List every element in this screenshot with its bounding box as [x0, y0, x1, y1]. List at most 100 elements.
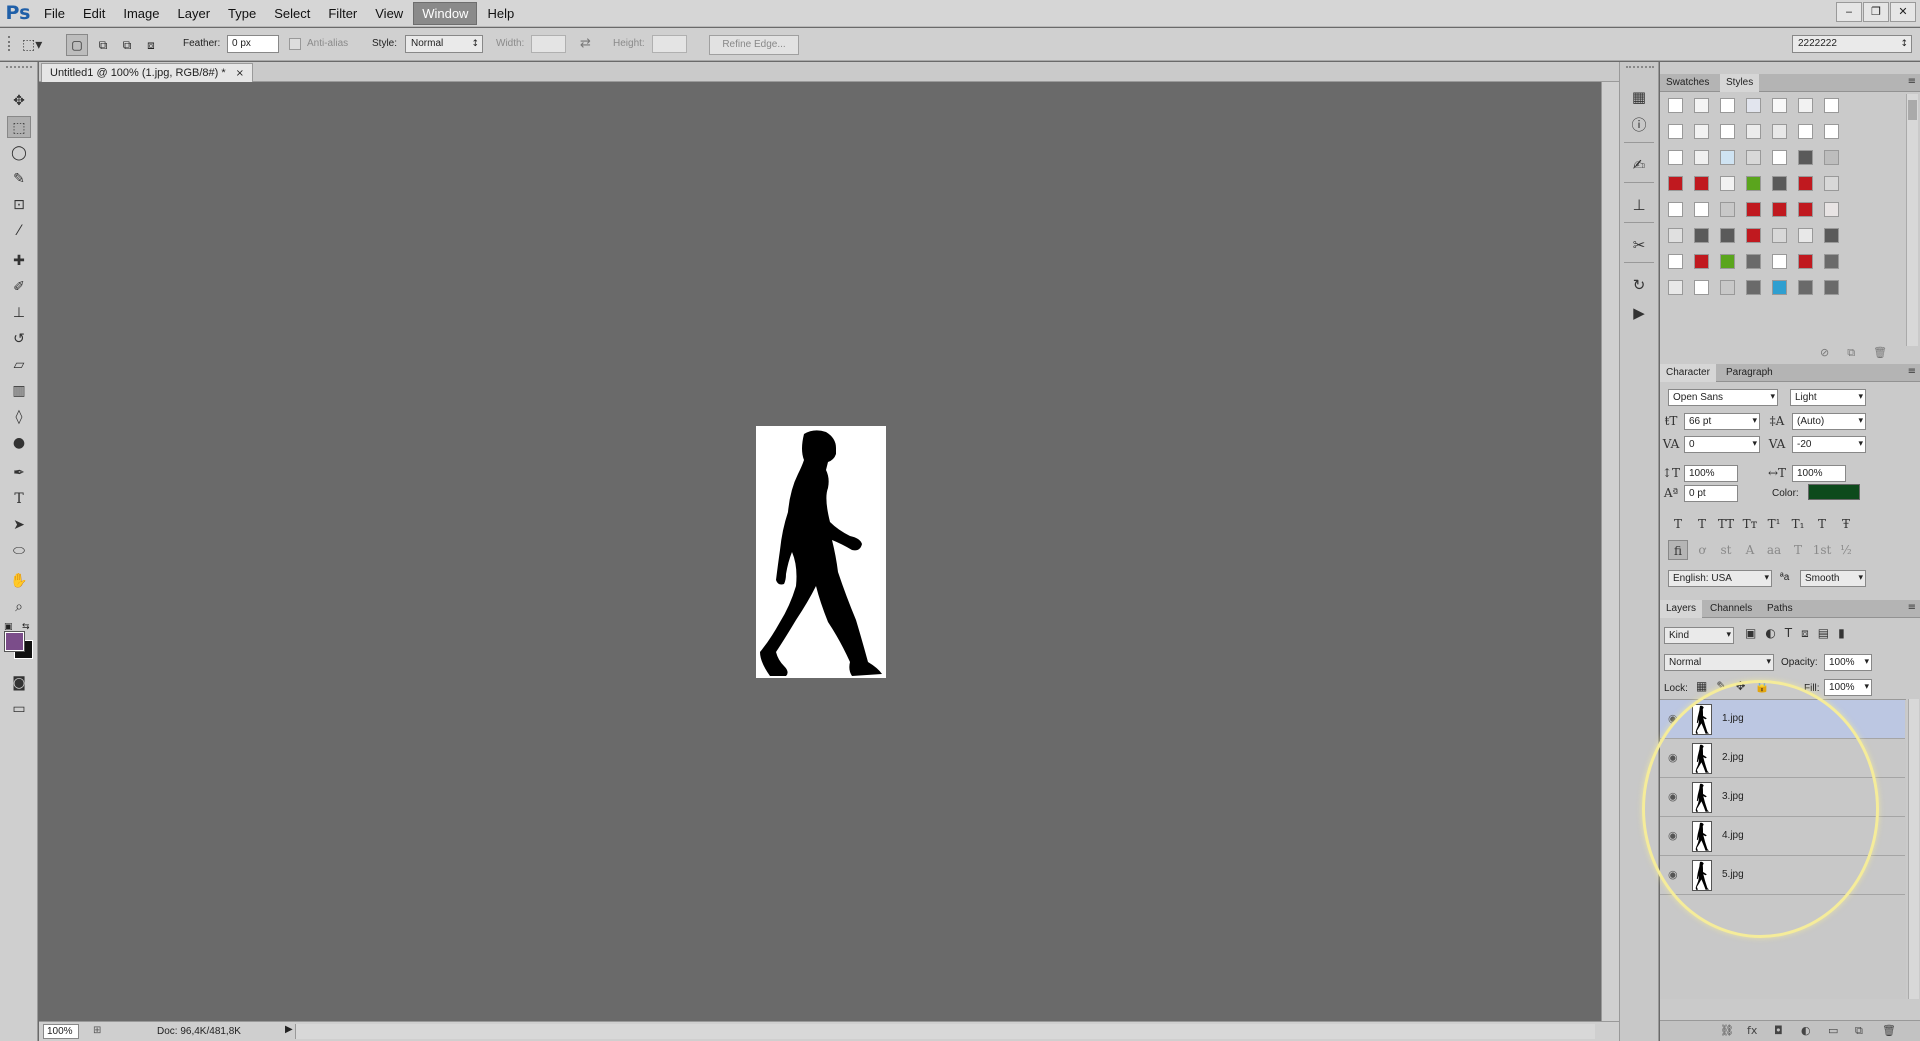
move-tool-icon[interactable]: ✥	[7, 90, 31, 112]
intersect-selection-icon[interactable]: ⧈	[140, 34, 162, 56]
tab-character[interactable]: Character	[1660, 364, 1716, 382]
baseline-shift-input[interactable]: 0 pt	[1684, 485, 1738, 502]
style-swatch[interactable]	[1746, 280, 1761, 295]
style-swatch[interactable]	[1772, 98, 1787, 113]
antialias-checkbox[interactable]	[289, 38, 301, 50]
history-panel-icon[interactable]: ↻	[1628, 274, 1650, 296]
style-swatch[interactable]	[1694, 150, 1709, 165]
style-swatch[interactable]	[1720, 124, 1735, 139]
style-swatch[interactable]	[1772, 124, 1787, 139]
style-swatch[interactable]	[1824, 98, 1839, 113]
eyedropper-tool-icon[interactable]: ⁄	[7, 220, 31, 242]
style-swatch[interactable]	[1668, 254, 1683, 269]
font-size-input[interactable]: 66 pt	[1684, 413, 1760, 430]
gradient-tool-icon[interactable]: ▥	[7, 380, 31, 402]
style-swatch[interactable]	[1798, 202, 1813, 217]
style-swatch[interactable]	[1824, 124, 1839, 139]
menu-edit[interactable]: Edit	[75, 3, 113, 24]
zoom-tool-icon[interactable]: ⌕	[7, 596, 31, 618]
type-style-button[interactable]: T	[1668, 514, 1688, 534]
leading-input[interactable]: (Auto)	[1792, 413, 1866, 430]
type-style-button[interactable]: T¹	[1764, 514, 1784, 534]
status-menu-arrow-icon[interactable]: ▶	[285, 1024, 293, 1035]
lock-icons[interactable]: ▦✎✥🔒	[1696, 679, 1778, 693]
style-swatch[interactable]	[1798, 254, 1813, 269]
width-input[interactable]	[531, 35, 566, 53]
fill-input[interactable]: 100%	[1824, 679, 1872, 696]
layer-row[interactable]: ◉ 3.jpg	[1660, 778, 1905, 817]
new-selection-icon[interactable]: ▢	[66, 34, 88, 56]
layer-row[interactable]: ◉ 4.jpg	[1660, 817, 1905, 856]
style-swatch[interactable]	[1824, 176, 1839, 191]
tab-paths[interactable]: Paths	[1761, 600, 1799, 618]
style-swatch[interactable]	[1668, 176, 1683, 191]
canvas-vertical-scrollbar[interactable]	[1601, 82, 1619, 1021]
subtract-selection-icon[interactable]: ⧉	[116, 34, 138, 56]
style-swatch[interactable]	[1720, 254, 1735, 269]
styles-scroll-thumb[interactable]	[1908, 100, 1917, 120]
font-style-select[interactable]: Light	[1790, 389, 1866, 406]
menu-view[interactable]: View	[367, 3, 411, 24]
style-swatch[interactable]	[1668, 280, 1683, 295]
type-style-button[interactable]: T	[1692, 514, 1712, 534]
menu-select[interactable]: Select	[266, 3, 318, 24]
tab-swatches[interactable]: Swatches	[1660, 74, 1715, 92]
visibility-eye-icon[interactable]: ◉	[1668, 829, 1678, 842]
horizontal-scale-input[interactable]: 100%	[1792, 465, 1846, 482]
layers-footer-icon[interactable]: fx	[1747, 1024, 1757, 1037]
style-swatch[interactable]	[1746, 98, 1761, 113]
style-swatch[interactable]	[1694, 176, 1709, 191]
font-family-select[interactable]: Open Sans	[1668, 389, 1778, 406]
brush-presets-icon[interactable]: ✍	[1628, 154, 1650, 176]
layers-footer-icon[interactable]: ⧉	[1855, 1024, 1863, 1038]
style-swatch[interactable]	[1668, 150, 1683, 165]
kerning-input[interactable]: 0	[1684, 436, 1760, 453]
lasso-tool-icon[interactable]: ◯	[7, 142, 31, 164]
hand-tool-icon[interactable]: ✋	[7, 570, 31, 592]
height-input[interactable]	[652, 35, 687, 53]
style-swatch[interactable]	[1720, 202, 1735, 217]
style-swatch[interactable]	[1720, 228, 1735, 243]
style-swatch[interactable]	[1746, 228, 1761, 243]
zoom-level-field[interactable]: 100%	[43, 1024, 79, 1039]
layers-footer-icon[interactable]: ▭	[1828, 1024, 1838, 1037]
styles-scrollbar[interactable]	[1906, 94, 1918, 346]
tab-paragraph[interactable]: Paragraph	[1720, 364, 1779, 382]
styles-footer-icons[interactable]: ⊘⧉🗑	[1820, 346, 1918, 362]
visibility-eye-icon[interactable]: ◉	[1668, 712, 1678, 725]
layer-filter-select[interactable]: Kind	[1664, 627, 1734, 644]
style-swatch[interactable]	[1694, 254, 1709, 269]
panel-menu-icon[interactable]: ≡	[1908, 366, 1916, 377]
swap-colors-icon[interactable]: ⇆	[22, 622, 30, 632]
marquee-preset-icon[interactable]: ⬚▾	[22, 34, 56, 56]
style-swatch[interactable]	[1746, 124, 1761, 139]
style-swatch[interactable]	[1772, 228, 1787, 243]
style-swatch[interactable]	[1694, 98, 1709, 113]
opentype-button[interactable]: ﬁ	[1668, 540, 1688, 560]
quick-mask-icon[interactable]: ◙	[7, 672, 31, 694]
style-swatch[interactable]	[1746, 254, 1761, 269]
actions-panel-icon[interactable]: ▶	[1628, 302, 1650, 324]
dodge-tool-icon[interactable]: ●	[7, 432, 31, 454]
history-brush-tool-icon[interactable]: ↺	[7, 328, 31, 350]
type-tool-icon[interactable]: T	[7, 488, 31, 510]
panel-menu-icon[interactable]: ≡	[1908, 76, 1916, 87]
tracking-input[interactable]: -20	[1792, 436, 1866, 453]
document-tab[interactable]: Untitled1 @ 100% (1.jpg, RGB/8#) * ×	[41, 63, 254, 82]
style-swatch[interactable]	[1720, 280, 1735, 295]
style-swatch[interactable]	[1824, 254, 1839, 269]
language-select[interactable]: English: USA	[1668, 570, 1772, 587]
menu-file[interactable]: File	[36, 3, 73, 24]
style-swatch[interactable]	[1798, 228, 1813, 243]
menu-type[interactable]: Type	[220, 3, 264, 24]
swap-dimensions-icon[interactable]: ⇄	[580, 36, 591, 51]
screen-mode-icon[interactable]: ▭	[7, 698, 31, 720]
minimize-button[interactable]: ‒	[1836, 2, 1862, 22]
type-style-button[interactable]: T₁	[1788, 514, 1808, 534]
style-swatch[interactable]	[1824, 228, 1839, 243]
style-swatch[interactable]	[1668, 202, 1683, 217]
type-style-button[interactable]: TT	[1716, 514, 1736, 534]
blend-mode-select[interactable]: Normal	[1664, 654, 1774, 671]
menu-filter[interactable]: Filter	[320, 3, 365, 24]
style-swatch[interactable]	[1746, 150, 1761, 165]
